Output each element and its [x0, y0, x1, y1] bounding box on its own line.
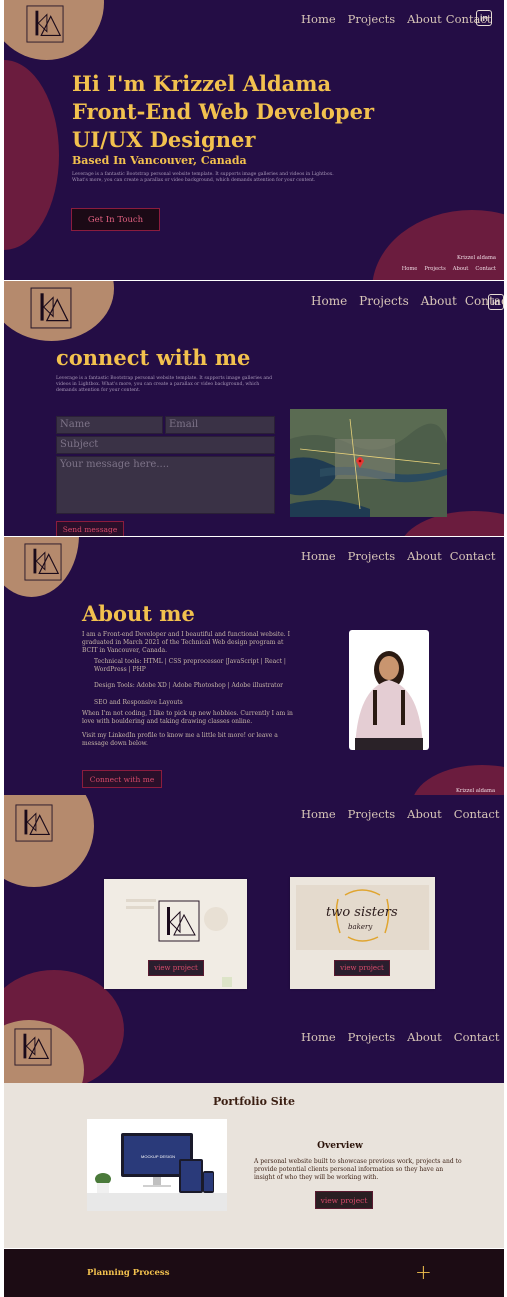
top-nav: Home Projects About Contact [301, 549, 495, 563]
hero-heading: Hi I'm Krizzel Aldama Front-End Web Deve… [72, 70, 374, 154]
hero-section: Home Projects About Contact in Hi I'm Kr… [4, 0, 504, 280]
planning-process-bar[interactable]: Planning Process + [4, 1249, 504, 1297]
about-hobbies: When I'm not coding, I like to pick up n… [82, 709, 293, 725]
about-intro: I am a Front-end Developer and I beautif… [82, 631, 290, 655]
subject-placeholder: Subject [60, 439, 99, 450]
top-nav: Home Projects About Contact [301, 807, 499, 821]
about-tech: Technical tools: HTML | CSS preprocessor… [94, 658, 286, 674]
planning-process-title: Planning Process [87, 1268, 170, 1278]
nav-home[interactable]: Home [301, 12, 336, 26]
about-seo: SEO and Responsive Layouts [94, 698, 183, 706]
contact-title: connect with me [56, 345, 251, 370]
name-field[interactable]: Name [56, 416, 163, 434]
location-map[interactable] [290, 409, 447, 517]
nav-contact[interactable]: Contact [450, 549, 496, 563]
portfolio-detail-section: Portfolio Site MOCKUP DESIGN Overview A … [4, 1083, 504, 1248]
nav-about[interactable]: About [407, 12, 442, 26]
about-footer-name: Krizzel aldama [456, 788, 496, 794]
profile-photo [349, 630, 429, 750]
nav-home[interactable]: Home [311, 294, 347, 308]
contact-description: Leverage is a fantastic Bootstrap person… [56, 376, 273, 394]
nav-projects[interactable]: Projects [359, 294, 409, 308]
two-sisters-wordmark: two sisters [326, 905, 398, 920]
krizzel-logo-icon[interactable] [26, 5, 64, 43]
message-placeholder: Your message here.... [60, 459, 170, 470]
top-nav: Home Projects About Contact [301, 12, 491, 26]
linkedin-icon[interactable]: in [488, 294, 504, 310]
nav-home[interactable]: Home [301, 807, 336, 821]
get-in-touch-button[interactable]: Get In Touch [71, 208, 160, 231]
krizzel-logo-icon[interactable] [24, 543, 62, 581]
top-nav: Home Projects About Contact [311, 294, 504, 308]
mini-footer-about[interactable]: About [453, 266, 469, 272]
view-project-button-2[interactable]: view project [334, 960, 390, 976]
nav-about[interactable]: About [421, 294, 457, 308]
nav-projects[interactable]: Projects [348, 807, 396, 821]
portfolio-title: Portfolio Site [213, 1095, 295, 1108]
view-project-button-1[interactable]: view project [148, 960, 204, 976]
send-message-button[interactable]: Send message [56, 521, 124, 536]
project-page-header: Home Projects About Contact [4, 1018, 504, 1082]
nav-about[interactable]: About [407, 807, 442, 821]
nav-about[interactable]: About [407, 549, 442, 563]
project-card-two-sisters[interactable]: two sisters bakery view project [290, 877, 435, 989]
mini-footer-projects[interactable]: Projects [424, 266, 445, 272]
subject-field[interactable]: Subject [56, 436, 275, 454]
about-section: Home Projects About Contact About me I a… [4, 537, 504, 795]
email-field[interactable]: Email [165, 416, 275, 434]
nav-projects[interactable]: Projects [348, 12, 396, 26]
hero-line1: Hi I'm Krizzel Aldama [72, 71, 332, 96]
overview-text: A personal website built to showcase pre… [254, 1158, 462, 1182]
krizzel-logo-icon[interactable] [14, 1028, 52, 1066]
nav-projects[interactable]: Projects [348, 549, 396, 563]
nav-projects[interactable]: Projects [348, 1030, 396, 1044]
expand-plus-icon[interactable]: + [415, 1260, 432, 1284]
mini-footer-links: Home Projects About Contact [399, 266, 496, 272]
hero-line3: UI/UX Designer [72, 127, 256, 152]
connect-with-me-button[interactable]: Connect with me [82, 770, 162, 788]
mini-footer-contact[interactable]: Contact [475, 266, 496, 272]
overview-title: Overview [317, 1141, 363, 1151]
nav-contact[interactable]: Contact [454, 807, 500, 821]
nav-contact[interactable]: Contact [454, 1030, 500, 1044]
about-title: About me [82, 601, 195, 626]
contact-section: Home Projects About Contact in connect w… [4, 281, 504, 536]
hero-description: Leverage is a fantastic Bootstrap person… [72, 172, 334, 184]
about-design: Design Tools: Adobe XD | Adobe Photoshop… [94, 682, 284, 690]
device-mockup-image [87, 1119, 227, 1211]
nav-about[interactable]: About [407, 1030, 442, 1044]
krizzel-logo-icon[interactable] [15, 804, 53, 842]
message-field[interactable]: Your message here.... [56, 456, 275, 514]
mini-footer: Krizzel aldama Home Projects About Conta… [399, 255, 496, 272]
krizzel-logo-icon[interactable] [30, 287, 72, 329]
mini-footer-home[interactable]: Home [402, 266, 418, 272]
name-placeholder: Name [60, 419, 91, 430]
portfolio-view-project-button[interactable]: view project [315, 1191, 373, 1209]
mockup-screen-text: MOCKUP DESIGN [141, 1154, 175, 1159]
top-nav: Home Projects About Contact [301, 1030, 499, 1044]
wine-blob [4, 60, 59, 250]
hero-line2: Front-End Web Developer [72, 99, 375, 124]
hero-location: Based In Vancouver, Canada [72, 154, 247, 167]
two-sisters-subtitle: bakery [348, 923, 373, 931]
nav-home[interactable]: Home [301, 549, 336, 563]
email-placeholder: Email [169, 419, 199, 430]
about-body: I am a Front-end Developer and I beautif… [82, 631, 297, 748]
mini-footer-name: Krizzel aldama [456, 255, 496, 261]
about-linkedin-note: Visit my LinkedIn profile to know me a l… [82, 731, 278, 747]
linkedin-icon[interactable]: in [476, 10, 492, 26]
nav-home[interactable]: Home [301, 1030, 336, 1044]
project-card-portfolio[interactable]: view project [104, 879, 247, 989]
